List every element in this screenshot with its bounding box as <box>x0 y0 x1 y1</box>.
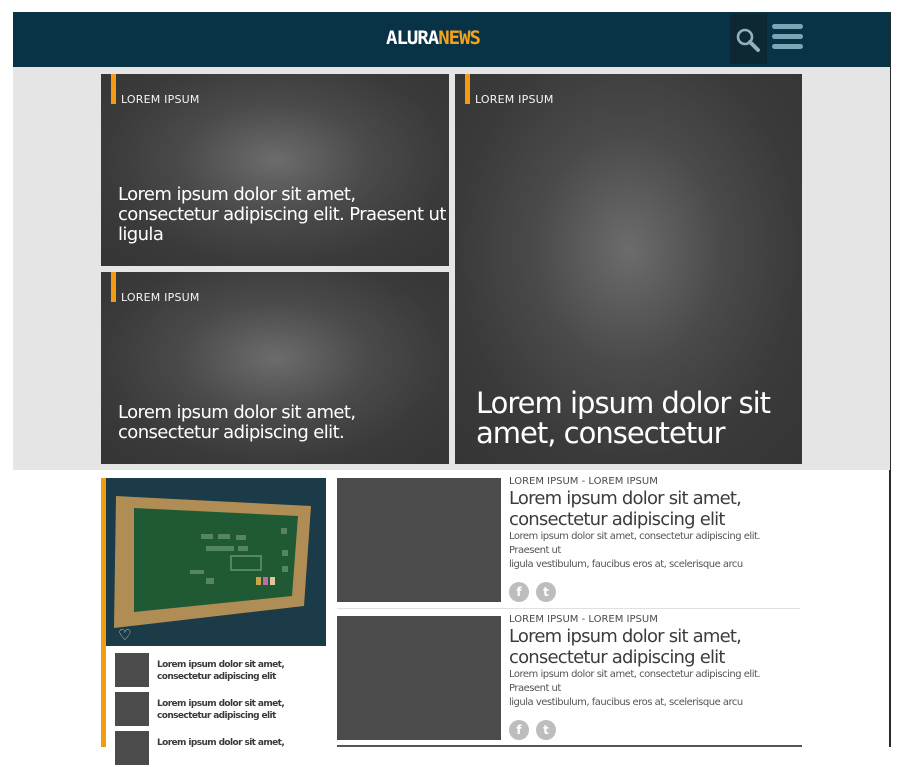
search-button[interactable] <box>730 14 767 64</box>
card-title-line: amet, consectetur <box>476 416 726 450</box>
card-title-line: Lorem ipsum dolor sit amet, <box>118 184 356 205</box>
sidebar-item-title: Lorem ipsum dolor sit amet, consectetur … <box>157 660 285 682</box>
article-excerpt: Lorem ipsum dolor sit amet, consectetur … <box>509 669 761 708</box>
card-tag: LOREM IPSUM <box>121 93 200 106</box>
card-title[interactable]: Lorem ipsum dolor sit amet, consectetur <box>476 386 771 450</box>
accent-bar <box>111 272 116 302</box>
article-divider <box>337 608 800 609</box>
card-title-line: consectetur adipiscing elit. <box>118 422 345 443</box>
sidebar-item-title: Lorem ipsum dolor sit amet, consectetur … <box>157 699 285 721</box>
twitter-share-icon[interactable]: t <box>536 582 556 602</box>
sidebar-list-item[interactable]: Lorem ipsum dolor sit amet, consectetur … <box>115 692 305 728</box>
facebook-share-icon[interactable]: f <box>509 720 529 740</box>
card-title-line: Lorem ipsum dolor sit <box>476 386 771 420</box>
sidebar-item-title: Lorem ipsum dolor sit amet, <box>157 738 285 748</box>
card-tag: LOREM IPSUM <box>121 291 200 304</box>
search-icon <box>736 28 760 52</box>
card-title-line: consectetur adipiscing elit. Praesent ut <box>118 204 446 225</box>
article-meta: LOREM IPSUM - LOREM IPSUM <box>509 614 658 625</box>
hamburger-menu-icon-bar <box>772 24 803 29</box>
menu-button[interactable] <box>772 24 803 54</box>
card-title-line: ligula <box>118 224 164 245</box>
card-title-line: Lorem ipsum dolor sit amet, <box>118 402 356 423</box>
sidebar: ♡ Lorem ipsum dolor sit amet, consectetu… <box>101 478 326 765</box>
article-excerpt: Lorem ipsum dolor sit amet, consectetur … <box>509 531 761 570</box>
sidebar-item-thumbnail <box>115 731 149 765</box>
card-title[interactable]: Lorem ipsum dolor sit amet, consectetur … <box>118 402 356 443</box>
article-title[interactable]: Lorem ipsum dolor sit amet, consectetur … <box>509 626 742 668</box>
hero-card-featured[interactable]: LOREM IPSUM Lorem ipsum dolor sit amet, … <box>455 74 802 464</box>
facebook-share-icon[interactable]: f <box>509 582 529 602</box>
card-title[interactable]: Lorem ipsum dolor sit amet, consectetur … <box>118 185 446 245</box>
site-logo[interactable]: ALURANEWS <box>386 27 481 49</box>
logo-text-news: NEWS <box>438 27 481 49</box>
hero-card-top-left[interactable]: LOREM IPSUM Lorem ipsum dolor sit amet, … <box>101 74 449 266</box>
sidebar-featured-image[interactable]: ♡ <box>106 478 326 646</box>
hero-card-bottom-left[interactable]: LOREM IPSUM Lorem ipsum dolor sit amet, … <box>101 272 449 464</box>
sidebar-list-item[interactable]: Lorem ipsum dolor sit amet, consectetur … <box>115 653 305 689</box>
article-card[interactable]: LOREM IPSUM - LOREM IPSUM Lorem ipsum do… <box>337 476 801 608</box>
hamburger-menu-icon-bar <box>772 44 803 49</box>
hamburger-menu-icon-bar <box>772 34 803 39</box>
article-thumbnail[interactable] <box>337 478 501 602</box>
article-card[interactable]: LOREM IPSUM - LOREM IPSUM Lorem ipsum do… <box>337 614 801 746</box>
article-thumbnail[interactable] <box>337 616 501 740</box>
chalkboard-illustration <box>106 478 326 646</box>
heart-icon[interactable]: ♡ <box>118 628 131 643</box>
card-tag: LOREM IPSUM <box>475 93 554 106</box>
accent-bar <box>111 74 116 104</box>
accent-bar <box>465 74 470 104</box>
logo-text-alura: ALURA <box>386 27 439 49</box>
sidebar-item-thumbnail <box>115 653 149 687</box>
article-title[interactable]: Lorem ipsum dolor sit amet, consectetur … <box>509 488 742 530</box>
article-meta: LOREM IPSUM - LOREM IPSUM <box>509 476 658 487</box>
sidebar-list-item[interactable]: Lorem ipsum dolor sit amet, <box>115 731 305 767</box>
sidebar-item-thumbnail <box>115 692 149 726</box>
twitter-share-icon[interactable]: t <box>536 720 556 740</box>
